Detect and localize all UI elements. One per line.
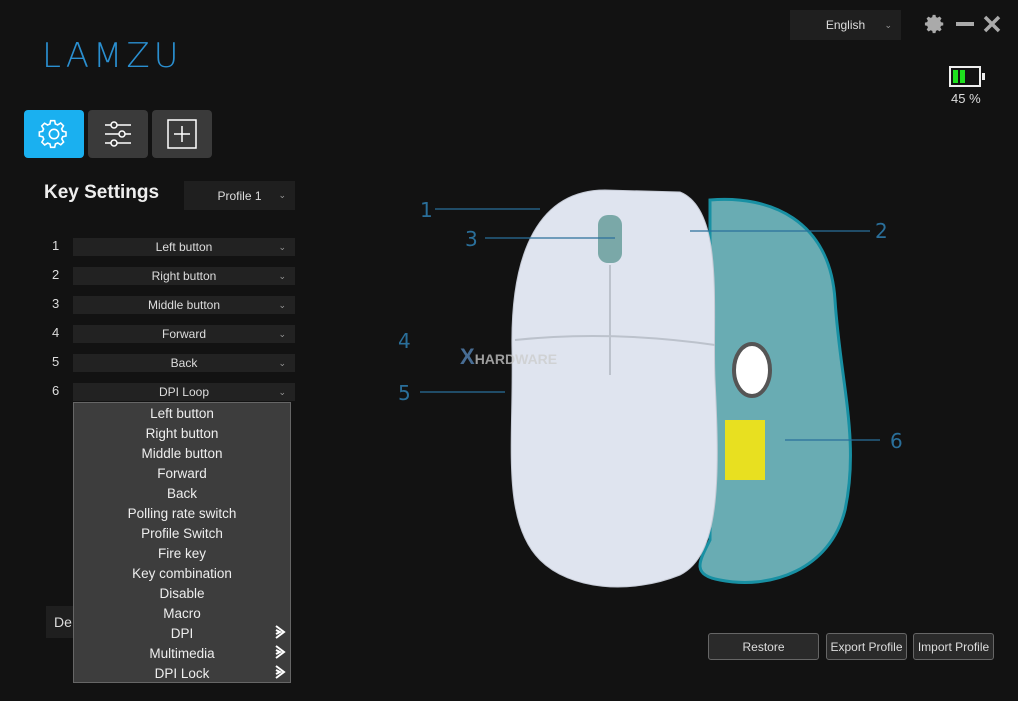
chevron-down-icon: ⌄ xyxy=(278,386,286,397)
dropdown-item-label: Macro xyxy=(163,605,201,621)
tab-key-settings[interactable] xyxy=(24,110,84,158)
close-button[interactable] xyxy=(983,15,1001,33)
dropdown-item[interactable]: Right button xyxy=(74,423,290,443)
battery-icon xyxy=(949,66,985,87)
key-number: 5 xyxy=(52,354,60,369)
gear-icon xyxy=(38,119,67,149)
key-assignment-select[interactable]: Back ⌄ xyxy=(73,354,295,372)
key-assignment-value: Back xyxy=(170,356,198,370)
dropdown-item[interactable]: Disable xyxy=(74,583,290,603)
callout-4: 4 xyxy=(398,329,411,353)
key-assignment-value: DPI Loop xyxy=(158,385,210,399)
export-profile-button[interactable]: Export Profile xyxy=(826,633,907,660)
key-assignment-value: Middle button xyxy=(147,298,221,312)
battery-bar xyxy=(960,70,965,83)
dropdown-item-label: Right button xyxy=(145,425,219,441)
battery-percent: 45 % xyxy=(951,91,981,106)
dropdown-item[interactable]: DPI Lock xyxy=(74,663,290,683)
key-number: 3 xyxy=(52,296,60,311)
dropdown-item[interactable]: Fire key xyxy=(74,543,290,563)
tab-performance[interactable] xyxy=(88,110,148,158)
dropdown-item[interactable]: Back xyxy=(74,483,290,503)
tab-macro[interactable] xyxy=(152,110,212,158)
key-assignment-select[interactable]: DPI Loop ⌄ xyxy=(73,383,295,401)
chevron-down-icon: ⌄ xyxy=(278,299,286,310)
lamzu-logo: LAMZU xyxy=(42,36,183,76)
page-title: Key Settings xyxy=(44,182,160,203)
dropdown-item-label: Back xyxy=(166,485,197,501)
callout-2: 2 xyxy=(875,219,888,243)
chevron-down-icon: ⌄ xyxy=(278,357,286,368)
key-number: 6 xyxy=(52,383,60,398)
watermark-logo: XHARDWARE xyxy=(460,344,558,369)
chevron-down-icon: ⌄ xyxy=(278,328,286,339)
callout-6: 6 xyxy=(890,429,903,453)
dropdown-item[interactable]: Macro xyxy=(74,603,290,623)
restore-button[interactable]: Restore xyxy=(708,633,819,660)
submenu-arrow-icon xyxy=(275,665,286,679)
chevron-down-icon: ⌄ xyxy=(278,190,286,200)
settings-gear-icon[interactable] xyxy=(924,13,946,35)
dropdown-item[interactable]: Profile Switch xyxy=(74,523,290,543)
dropdown-item-label: Left button xyxy=(150,405,214,421)
dropdown-item[interactable]: Middle button xyxy=(74,443,290,463)
key-number: 1 xyxy=(52,238,60,253)
dropdown-item-label: Middle button xyxy=(141,445,223,461)
key-assignment-select[interactable]: Middle button ⌄ xyxy=(73,296,295,314)
dropdown-item-label: DPI xyxy=(170,625,194,641)
profile-value: Profile 1 xyxy=(217,188,262,203)
chevron-down-icon: ⌄ xyxy=(278,270,286,281)
key-assignment-select[interactable]: Right button ⌄ xyxy=(73,267,295,285)
key-assignment-select[interactable]: Forward ⌄ xyxy=(73,325,295,343)
mouse-illustration: 1 2 3 4 5 6 xyxy=(398,189,903,588)
battery-bar xyxy=(953,70,958,83)
dropdown-item-label: Disable xyxy=(159,585,205,601)
dropdown-item-label: Multimedia xyxy=(149,645,215,661)
dropdown-item[interactable]: DPI xyxy=(74,623,290,643)
plus-box-icon xyxy=(167,119,197,149)
submenu-arrow-icon xyxy=(275,625,286,639)
dropdown-item[interactable]: Left button xyxy=(74,403,290,423)
sliders-icon xyxy=(105,121,131,147)
language-value: English xyxy=(825,18,866,32)
dropdown-item[interactable]: Key combination xyxy=(74,563,290,583)
dropdown-item-label: Fire key xyxy=(157,545,206,561)
dropdown-item[interactable]: Polling rate switch xyxy=(74,503,290,523)
key-assignment-value: Forward xyxy=(161,327,206,341)
key-assignment-value: Left button xyxy=(155,240,213,254)
key-number: 4 xyxy=(52,325,60,340)
callout-3: 3 xyxy=(465,227,478,251)
key-number: 2 xyxy=(52,267,60,282)
submenu-arrow-icon xyxy=(275,645,286,659)
dropdown-item-label: Key combination xyxy=(132,565,232,581)
dropdown-item-label: DPI Lock xyxy=(154,665,210,681)
minimize-button[interactable] xyxy=(956,22,974,26)
profile-select[interactable]: Profile 1 ⌄ xyxy=(184,181,295,210)
import-profile-button[interactable]: Import Profile xyxy=(913,633,994,660)
dropdown-item-label: Polling rate switch xyxy=(127,505,237,521)
language-select[interactable]: English ⌄ xyxy=(790,10,901,40)
callout-5: 5 xyxy=(398,381,411,405)
callout-1: 1 xyxy=(420,198,433,222)
dropdown-item[interactable]: Multimedia xyxy=(74,643,290,663)
chevron-down-icon: ⌄ xyxy=(884,19,892,30)
key-assignment-select[interactable]: Left button ⌄ xyxy=(73,238,295,256)
dropdown-item-label: Profile Switch xyxy=(141,525,223,541)
chevron-down-icon: ⌄ xyxy=(278,241,286,252)
dropdown-item[interactable]: Forward xyxy=(74,463,290,483)
key-assignment-value: Right button xyxy=(151,269,217,283)
key-function-dropdown: Left button Right button Middle button Forw… xyxy=(73,402,291,683)
dropdown-item-label: Forward xyxy=(157,465,207,481)
